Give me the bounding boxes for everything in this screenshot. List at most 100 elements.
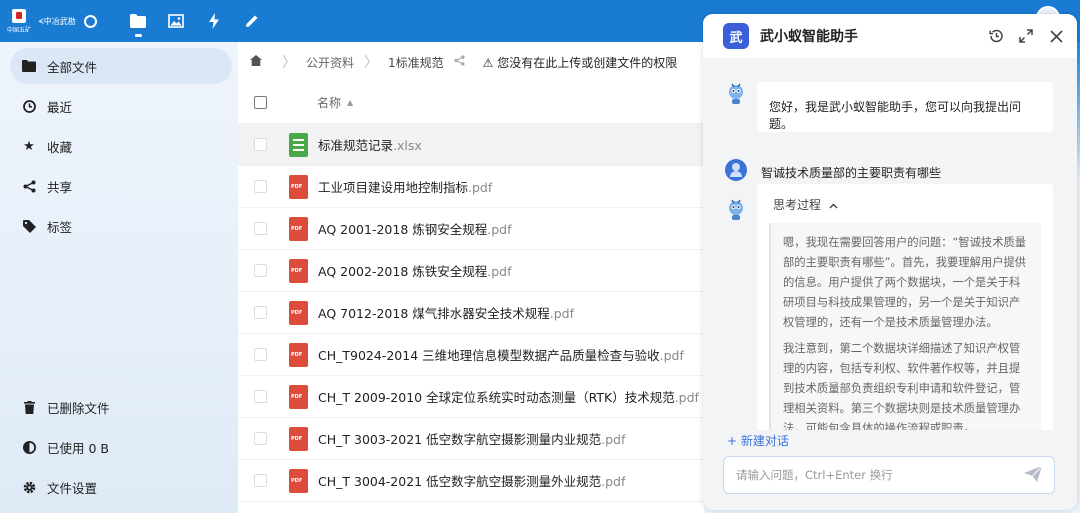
permission-warning-text: 您没有在此上传或创建文件的权限 — [497, 55, 678, 70]
file-list-pane: 〉 公开资料 〉 1标准规范 ⚠ 您没有在此上传或创建文件的权限 名称 ▲ 标准… — [238, 42, 704, 513]
spreadsheet-file-icon — [289, 132, 308, 157]
file-name[interactable]: CH_T 2009-2010 全球定位系统实时动态测量（RTK）技术规范.pdf — [318, 387, 699, 406]
file-name[interactable]: CH_T 3003-2021 低空数字航空摄影测量内业规范.pdf — [318, 429, 625, 448]
thinking-content: 嗯，我现在需要回答用户的问题：“智诚技术质量部的主要职责有哪些”。首先，我要理解… — [769, 223, 1041, 430]
sidebar-item-tags[interactable]: 标签 — [10, 208, 232, 244]
file-name[interactable]: 标准规范记录.xlsx — [318, 135, 422, 154]
assistant-logo: 武 — [723, 23, 749, 49]
photos-app-icon[interactable] — [157, 0, 195, 42]
table-row[interactable]: PDF CH_T9024-2014 三维地理信息模型数据产品质量检查与验收.pd… — [238, 334, 704, 376]
history-icon[interactable] — [985, 25, 1007, 47]
sidebar-item-favorites[interactable]: ★ 收藏 — [10, 128, 232, 164]
breadcrumb-item-public[interactable]: 公开资料 — [306, 54, 354, 71]
user-avatar-icon — [725, 159, 747, 181]
notes-app-icon[interactable] — [233, 0, 271, 42]
select-all-checkbox[interactable] — [254, 96, 267, 109]
sidebar: 全部文件 最近 ★ 收藏 共享 标签 已删除文件 已使用 0 B 文件设置 — [0, 42, 238, 513]
row-checkbox[interactable] — [254, 306, 267, 319]
chevron-up-icon — [829, 198, 838, 212]
sidebar-item-label: 已删除文件 — [47, 400, 110, 416]
row-checkbox[interactable] — [254, 222, 267, 235]
files-app-icon[interactable] — [119, 0, 157, 42]
row-checkbox[interactable] — [254, 474, 267, 487]
sidebar-item-label: 文件设置 — [47, 480, 98, 496]
logo-mark — [12, 8, 26, 23]
breadcrumb-item-current[interactable]: 1标准规范 — [388, 54, 444, 71]
sidebar-item-recent[interactable]: 最近 — [10, 88, 232, 124]
gear-icon — [22, 480, 36, 494]
table-row[interactable]: PDF CH_T 3003-2021 低空数字航空摄影测量内业规范.pdf — [238, 418, 704, 460]
send-icon[interactable] — [1024, 465, 1043, 485]
table-row[interactable]: PDF AQ 2002-2018 炼铁安全规程.pdf — [238, 250, 704, 292]
chat-messages: 您好，我是武小蚁智能助手，您可以向我提出问题。 智诚技术质量部的主要职责有哪些 … — [703, 58, 1077, 430]
row-checkbox[interactable] — [254, 390, 267, 403]
logo-text: 中国五矿 — [6, 26, 31, 34]
pdf-file-icon: PDF — [289, 300, 308, 325]
file-name[interactable]: AQ 7012-2018 煤气排水器安全技术规程.pdf — [318, 303, 574, 322]
breadcrumb: 〉 公开资料 〉 1标准规范 ⚠ 您没有在此上传或创建文件的权限 — [238, 42, 704, 82]
assistant-greeting: 您好，我是武小蚁智能助手，您可以向我提出问题。 — [757, 82, 1053, 132]
sidebar-item-all-files[interactable]: 全部文件 — [10, 48, 232, 84]
file-name[interactable]: 工业项目建设用地控制指标.pdf — [318, 177, 492, 196]
thinking-toggle[interactable]: 思考过程 — [757, 196, 1053, 213]
file-name[interactable]: CH_T9024-2014 三维地理信息模型数据产品质量检查与验收.pdf — [318, 345, 684, 364]
breadcrumb-separator: 〉 — [364, 55, 379, 71]
sidebar-item-label: 标签 — [47, 219, 73, 235]
trash-icon — [22, 400, 36, 414]
company-logo[interactable]: 中国五矿 — [4, 3, 34, 39]
thinking-paragraph: 嗯，我现在需要回答用户的问题：“智诚技术质量部的主要职责有哪些”。首先，我要理解… — [783, 236, 1027, 329]
name-column-header[interactable]: 名称 — [317, 94, 341, 111]
breadcrumb-separator: 〉 — [282, 55, 296, 71]
thinking-paragraph: 我注意到，第二个数据块详细描述了知识产权管理的内容，包括专利权、软件著作权等，并… — [783, 342, 1021, 430]
table-row[interactable]: PDF 工业项目建设用地控制指标.pdf — [238, 166, 704, 208]
table-row[interactable]: 标准规范记录.xlsx — [238, 124, 704, 166]
robot-icon — [725, 198, 747, 222]
table-row[interactable]: PDF AQ 2001-2018 炼钢安全规程.pdf — [238, 208, 704, 250]
close-icon[interactable] — [1045, 25, 1067, 47]
file-name[interactable]: AQ 2002-2018 炼铁安全规程.pdf — [318, 261, 512, 280]
pdf-file-icon: PDF — [289, 426, 308, 451]
row-checkbox[interactable] — [254, 432, 267, 445]
sidebar-item-quota[interactable]: 已使用 0 B — [10, 429, 232, 465]
tag-icon — [22, 219, 36, 233]
sort-ascending-icon[interactable]: ▲ — [347, 98, 353, 107]
assistant-answer: 思考过程 嗯，我现在需要回答用户的问题：“智诚技术质量部的主要职责有哪些”。首先… — [757, 184, 1053, 430]
star-icon: ★ — [23, 138, 35, 154]
sidebar-item-file-settings[interactable]: 文件设置 — [10, 469, 232, 505]
pdf-file-icon: PDF — [289, 384, 308, 409]
sidebar-item-label: 最近 — [47, 99, 73, 115]
file-name[interactable]: AQ 2001-2018 炼钢安全规程.pdf — [318, 219, 512, 238]
sidebar-item-label: 共享 — [47, 179, 73, 195]
pdf-file-icon: PDF — [289, 342, 308, 367]
sidebar-item-label: 全部文件 — [47, 59, 98, 75]
list-header: 名称 ▲ — [238, 82, 704, 124]
pdf-file-icon: PDF — [289, 258, 308, 283]
quota-icon — [22, 440, 36, 454]
new-chat-button[interactable]: + 新建对话 — [727, 432, 789, 449]
chat-input[interactable] — [736, 468, 1006, 482]
file-name[interactable]: CH_T 3004-2021 低空数字航空摄影测量外业规范.pdf — [318, 471, 625, 490]
warning-icon: ⚠ — [482, 55, 494, 70]
folder-icon — [22, 59, 36, 73]
pdf-file-icon: PDF — [289, 468, 308, 493]
row-checkbox[interactable] — [254, 264, 267, 277]
home-icon[interactable] — [250, 54, 262, 70]
brand-text: ᗕ中冶武勘 — [38, 16, 76, 26]
share-icon — [22, 179, 36, 193]
expand-icon[interactable] — [1015, 25, 1037, 47]
sidebar-item-shared[interactable]: 共享 — [10, 168, 232, 204]
assistant-title: 武小蚁智能助手 — [760, 29, 858, 45]
pdf-file-icon: PDF — [289, 174, 308, 199]
chat-input-box — [723, 456, 1055, 494]
activity-app-icon[interactable] — [195, 0, 233, 42]
table-row[interactable]: PDF CH_T 2009-2010 全球定位系统实时动态测量（RTK）技术规范… — [238, 376, 704, 418]
row-checkbox[interactable] — [254, 180, 267, 193]
table-row[interactable]: PDF AQ 7012-2018 煤气排水器安全技术规程.pdf — [238, 292, 704, 334]
share-icon[interactable] — [454, 55, 465, 69]
circle-logo-icon — [83, 14, 97, 28]
table-row[interactable]: PDF CH_T 3004-2021 低空数字航空摄影测量外业规范.pdf — [238, 460, 704, 502]
row-checkbox[interactable] — [254, 348, 267, 361]
pdf-file-icon: PDF — [289, 216, 308, 241]
row-checkbox[interactable] — [254, 138, 267, 151]
sidebar-item-deleted-files[interactable]: 已删除文件 — [10, 389, 232, 425]
